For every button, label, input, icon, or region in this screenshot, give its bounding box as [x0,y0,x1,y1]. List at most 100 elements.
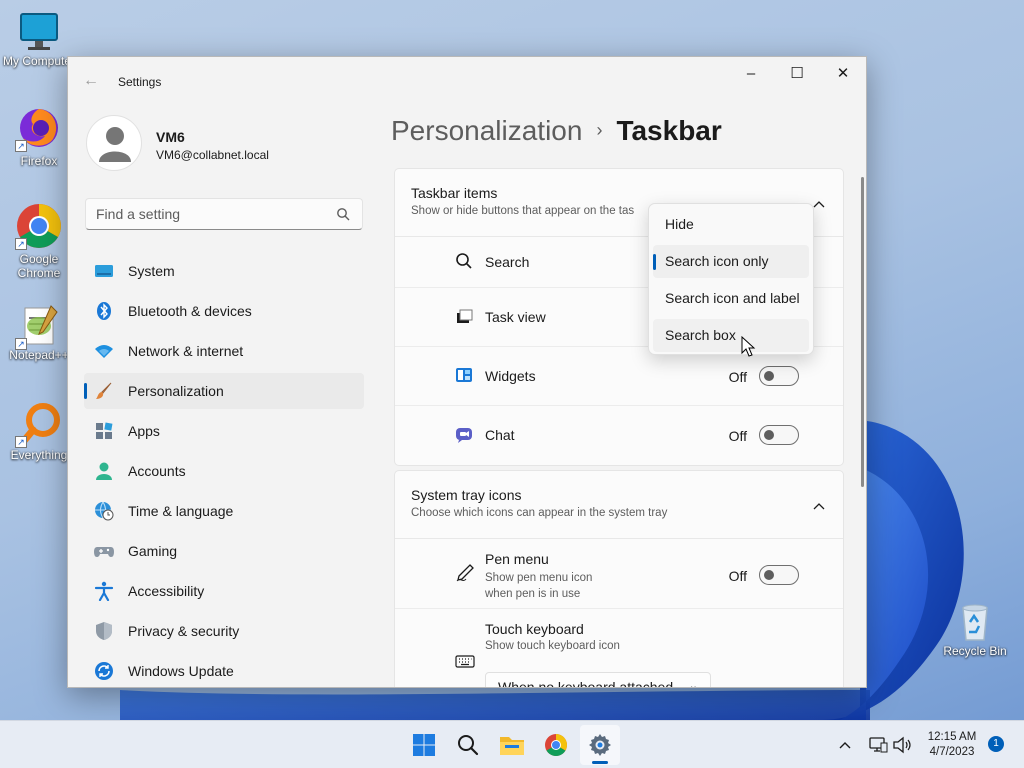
chevron-up-icon[interactable] [813,195,825,213]
file-explorer-button[interactable] [492,725,532,765]
close-button[interactable]: ✕ [820,57,866,89]
wifi-icon [94,341,114,361]
search-field-container [85,198,363,230]
sidebar-item-gaming[interactable]: Gaming [84,533,364,569]
title-bar: ← Settings – ☐ ✕ [68,57,866,105]
shield-icon [94,621,114,641]
sidebar-item-apps[interactable]: Apps [84,413,364,449]
sidebar-item-label: Network & internet [128,343,244,359]
chrome-taskbar-button[interactable] [536,725,576,765]
taskbar-row-widgets: Widgets Off [395,347,843,406]
search-options-flyout: Hide Search icon only Search icon and la… [648,203,814,355]
folder-icon [500,737,524,755]
flyout-option-search-icon-and-label[interactable]: Search icon and label [653,282,809,315]
desktop-icon-label: Firefox [20,154,58,168]
search-icon[interactable] [336,207,350,226]
person-icon [94,461,114,481]
system-tray-header[interactable]: System tray icons Choose which icons can… [395,471,843,539]
maximize-button[interactable]: ☐ [774,57,820,89]
touch-keyboard-dropdown[interactable]: When no keyboard attached ⌄ [485,672,711,688]
accessibility-icon [94,581,114,602]
tray-row-pen-menu: Pen menu Show pen menu icon when pen is i… [395,539,843,609]
avatar[interactable] [86,115,142,171]
dropdown-value: When no keyboard attached [498,679,674,688]
task-view-icon [455,307,475,327]
desktop-icon-notepadpp[interactable]: ↗ Notepad++ [2,302,76,366]
sidebar-item-accessibility[interactable]: Accessibility [84,573,364,609]
gear-icon [589,734,611,756]
globe-clock-icon [94,501,114,521]
notification-badge[interactable]: 1 [988,736,1004,752]
desktop-icon-recycle-bin[interactable]: Recycle Bin [938,598,1012,662]
desktop-icon-my-computer[interactable]: My Computer [2,10,76,74]
page-title: Taskbar [616,115,722,146]
toggle-state-label: Off [728,568,747,584]
row-label: Task view [485,309,546,325]
taskbar-search-button[interactable] [448,725,488,765]
sidebar-item-label: Apps [128,423,160,439]
toggle-state-label: Off [728,428,747,444]
chevron-up-icon[interactable] [813,497,825,515]
apps-icon [94,421,114,441]
chrome-icon [545,734,567,756]
start-button[interactable] [404,725,444,765]
search-input[interactable] [86,199,316,229]
chrome-icon: ↗ [15,202,63,250]
monitor-icon [94,261,114,281]
chevron-right-icon: › [596,120,603,140]
taskbar-row-chat: Chat Off [395,406,843,465]
flyout-option-search-icon-only[interactable]: Search icon only [653,245,809,278]
desktop-icon-everything[interactable]: ↗ Everything [2,400,76,464]
search-icon [455,252,475,272]
windows-logo-icon [413,734,435,756]
row-description: Show touch keyboard icon [485,640,620,652]
everything-search-icon: ↗ [15,400,63,448]
network-icon[interactable] [868,735,888,760]
brush-icon [94,381,114,401]
shortcut-arrow-icon: ↗ [15,238,27,250]
sidebar-item-privacy[interactable]: Privacy & security [84,613,364,649]
sidebar-item-label: Accessibility [128,583,205,599]
breadcrumb: Personalization › Taskbar [391,115,722,147]
gamepad-icon [94,541,114,561]
sidebar-item-personalization[interactable]: Personalization [84,373,364,409]
section-subtitle: Choose which icons can appear in the sys… [411,507,668,519]
breadcrumb-parent[interactable]: Personalization [391,115,582,146]
sidebar-item-label: System [128,263,175,279]
widgets-icon [455,366,475,386]
profile-email: VM6@collabnet.local [156,148,269,162]
sidebar-item-label: Personalization [128,383,224,399]
desktop-icon-label: Google Chrome [17,252,61,280]
scrollbar[interactable] [861,177,864,487]
minimize-button[interactable]: – [728,57,774,89]
monitor-icon [15,10,63,58]
taskbar: 12:15 AM 4/7/2023 [0,720,1024,768]
chat-toggle[interactable] [759,425,799,445]
sidebar-item-network[interactable]: Network & internet [84,333,364,369]
sidebar-item-system[interactable]: System [84,253,364,289]
chat-icon [455,425,475,445]
flyout-option-search-box[interactable]: Search box [653,319,809,352]
sidebar-item-accounts[interactable]: Accounts [84,453,364,489]
sidebar-item-time-language[interactable]: Time & language [84,493,364,529]
clock-time: 12:15 AM [927,731,977,743]
shortcut-arrow-icon: ↗ [15,140,27,152]
section-title: Taskbar items [411,185,498,201]
volume-icon[interactable] [892,735,912,760]
widgets-toggle[interactable] [759,366,799,386]
desktop-icon-label: Everything [10,448,68,462]
flyout-option-hide[interactable]: Hide [653,208,809,241]
sidebar-item-windows-update[interactable]: Windows Update [84,653,364,687]
pen-menu-toggle[interactable] [759,565,799,585]
sidebar-item-bluetooth[interactable]: Bluetooth & devices [84,293,364,329]
section-title: System tray icons [411,487,522,503]
clock[interactable]: 12:15 AM 4/7/2023 [920,730,984,760]
desktop-icon-label: My Computer [2,54,76,68]
desktop-icon-chrome[interactable]: ↗ Google Chrome [2,202,76,280]
settings-taskbar-button[interactable] [580,725,620,765]
back-arrow-icon[interactable]: ← [80,71,102,91]
row-label: Search [485,254,530,270]
desktop-icon-firefox[interactable]: ↗ Firefox [2,104,76,168]
chevron-up-icon[interactable] [836,737,854,753]
sidebar-item-label: Time & language [128,503,234,519]
